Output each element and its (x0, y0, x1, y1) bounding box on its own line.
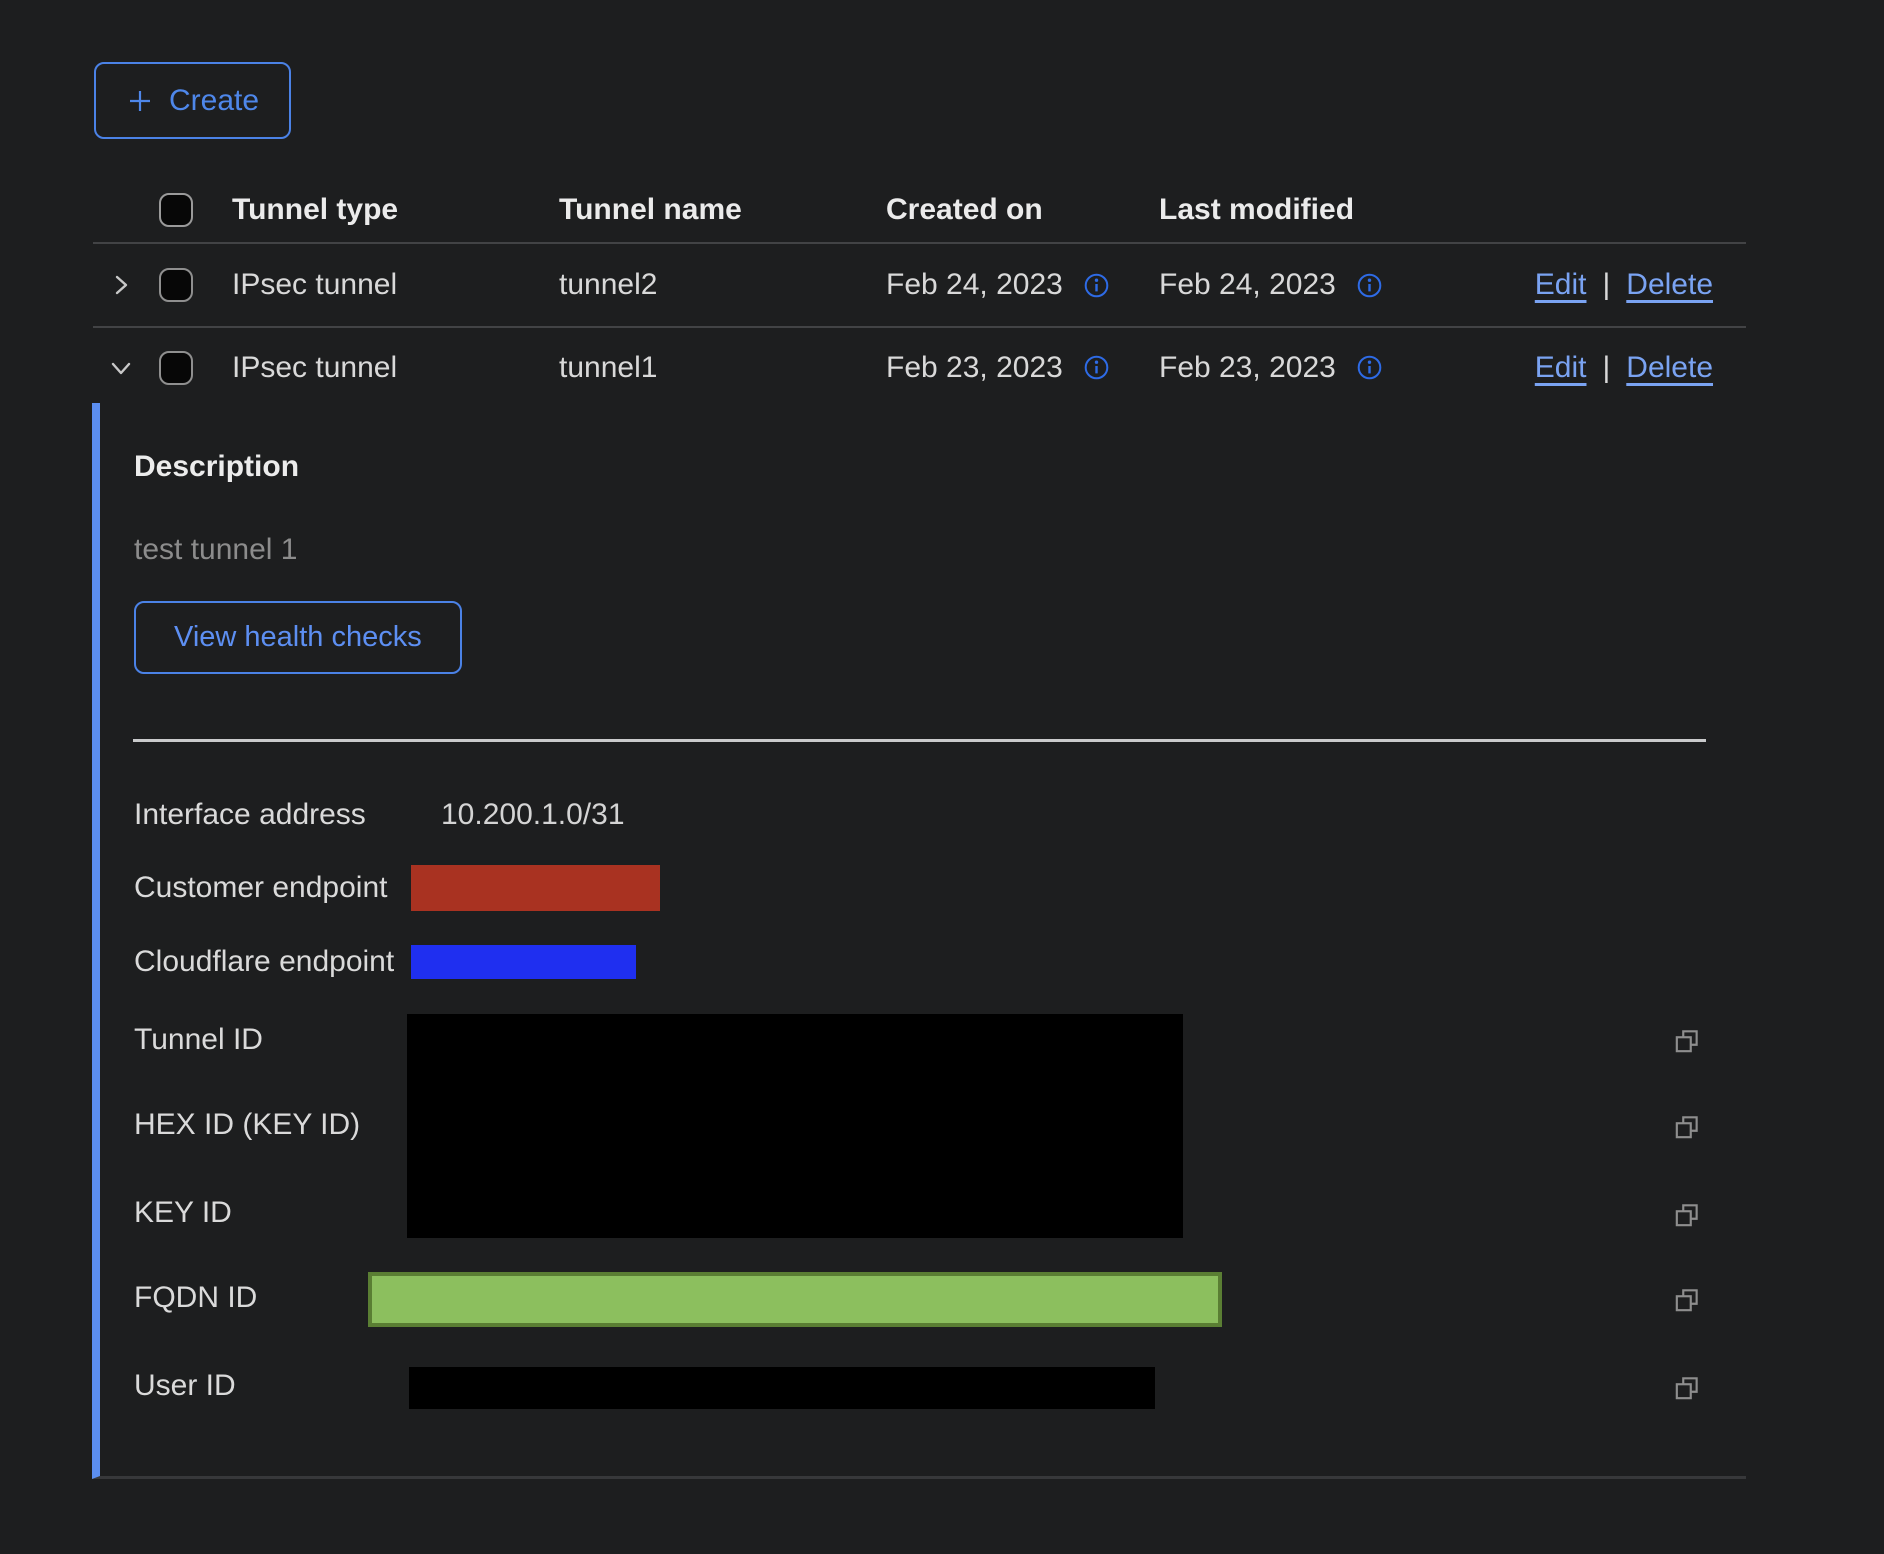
info-icon (1356, 354, 1383, 381)
copy-hex-id-button[interactable] (1669, 1109, 1705, 1145)
copy-icon (1672, 1112, 1702, 1142)
create-button[interactable]: Create (94, 62, 291, 139)
tunnel-id-label: Tunnel ID (134, 1021, 263, 1059)
tunnel-name-cell: tunnel1 (559, 351, 657, 385)
hex-id-label: HEX ID (KEY ID) (134, 1106, 360, 1144)
copy-fqdn-id-button[interactable] (1669, 1282, 1705, 1318)
column-header-last-modified: Last modified (1159, 193, 1354, 227)
last-modified-info-button[interactable] (1356, 354, 1383, 381)
cloudflare-endpoint-label: Cloudflare endpoint (134, 943, 394, 981)
row-checkbox[interactable] (159, 351, 193, 385)
row-actions: Edit | Delete (1535, 351, 1713, 385)
table-row: IPsec tunnel tunnel2 Feb 24, 2023 (93, 244, 1746, 328)
table-header-row: Tunnel type Tunnel name Created on Last … (93, 178, 1746, 244)
expand-row-button[interactable] (101, 265, 141, 305)
row-actions: Edit | Delete (1535, 268, 1713, 302)
description-label: Description (134, 450, 299, 484)
column-header-tunnel-name: Tunnel name (559, 193, 742, 227)
chevron-right-icon (107, 271, 135, 299)
select-all-checkbox[interactable] (159, 193, 193, 227)
edit-link[interactable]: Edit (1535, 351, 1587, 385)
fqdn-id-label: FQDN ID (134, 1279, 257, 1317)
column-header-tunnel-type: Tunnel type (232, 193, 398, 227)
create-button-label: Create (169, 84, 259, 118)
column-header-created-on: Created on (886, 193, 1043, 227)
created-on-cell: Feb 23, 2023 (886, 351, 1110, 385)
last-modified-cell: Feb 23, 2023 (1159, 351, 1383, 385)
user-id-redaction (409, 1367, 1155, 1409)
tunnel-type-cell: IPsec tunnel (232, 351, 397, 385)
collapse-row-button[interactable] (101, 348, 141, 388)
actions-separator: | (1602, 268, 1610, 302)
created-on-date: Feb 24, 2023 (886, 268, 1063, 302)
actions-separator: | (1602, 351, 1610, 385)
ids-redaction (407, 1014, 1183, 1238)
customer-endpoint-redaction (411, 865, 660, 911)
copy-key-id-button[interactable] (1669, 1197, 1705, 1233)
tunnels-table: Tunnel type Tunnel name Created on Last … (93, 178, 1746, 407)
last-modified-info-button[interactable] (1356, 272, 1383, 299)
info-icon (1083, 354, 1110, 381)
chevron-down-icon (107, 354, 135, 382)
delete-link[interactable]: Delete (1626, 268, 1713, 302)
plus-icon (126, 87, 154, 115)
info-icon (1083, 272, 1110, 299)
last-modified-date: Feb 23, 2023 (1159, 351, 1336, 385)
cloudflare-endpoint-redaction (411, 945, 636, 979)
customer-endpoint-label: Customer endpoint (134, 869, 387, 907)
tunnels-page: Create Tunnel type Tunnel name Created o… (0, 0, 1884, 1554)
tunnel-type-cell: IPsec tunnel (232, 268, 397, 302)
description-value: test tunnel 1 (134, 533, 297, 567)
created-on-date: Feb 23, 2023 (886, 351, 1063, 385)
info-icon (1356, 272, 1383, 299)
copy-icon (1672, 1200, 1702, 1230)
last-modified-date: Feb 24, 2023 (1159, 268, 1336, 302)
created-on-info-button[interactable] (1083, 354, 1110, 381)
last-modified-cell: Feb 24, 2023 (1159, 268, 1383, 302)
section-divider (133, 739, 1706, 742)
row-checkbox[interactable] (159, 268, 193, 302)
tunnel-name-cell: tunnel2 (559, 268, 657, 302)
copy-icon (1672, 1373, 1702, 1403)
table-row: IPsec tunnel tunnel1 Feb 23, 2023 (93, 328, 1746, 407)
tunnel-detail-panel: Description test tunnel 1 View health ch… (92, 403, 1746, 1479)
created-on-info-button[interactable] (1083, 272, 1110, 299)
key-id-label: KEY ID (134, 1194, 232, 1232)
created-on-cell: Feb 24, 2023 (886, 268, 1110, 302)
fqdn-id-redaction (368, 1272, 1222, 1327)
copy-icon (1672, 1026, 1702, 1056)
interface-address-value: 10.200.1.0/31 (441, 796, 625, 834)
interface-address-label: Interface address (134, 796, 366, 834)
copy-icon (1672, 1285, 1702, 1315)
user-id-label: User ID (134, 1367, 236, 1405)
delete-link[interactable]: Delete (1626, 351, 1713, 385)
copy-user-id-button[interactable] (1669, 1370, 1705, 1406)
copy-tunnel-id-button[interactable] (1669, 1023, 1705, 1059)
view-health-checks-button[interactable]: View health checks (134, 601, 462, 674)
edit-link[interactable]: Edit (1535, 268, 1587, 302)
